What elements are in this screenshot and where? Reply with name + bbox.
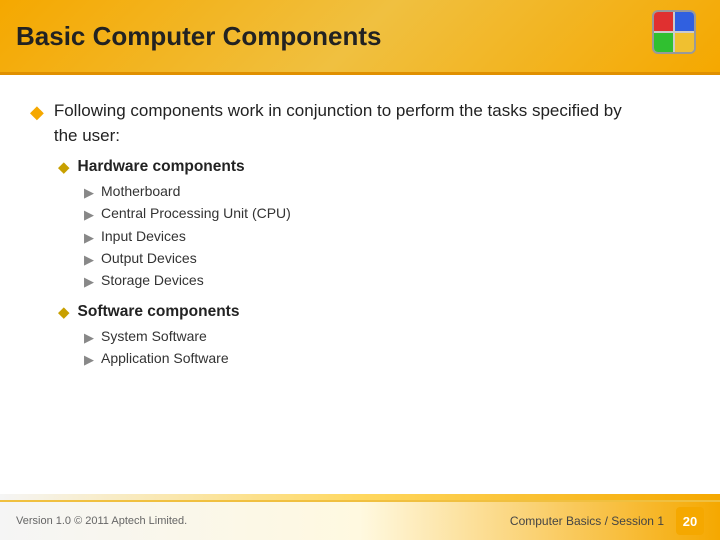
list-item: ▶ Output Devices	[84, 249, 690, 269]
bullet-arrow-3: ▶	[84, 229, 94, 247]
software-item-2: Application Software	[101, 349, 229, 369]
logo-block-yellow	[675, 33, 694, 52]
intro-text: Following components work in conjunction…	[54, 99, 622, 148]
software-label: Software components	[78, 301, 240, 323]
hardware-item-3: Input Devices	[101, 227, 186, 247]
bullet-arrow-5: ▶	[84, 273, 94, 291]
hardware-item-1: Motherboard	[101, 182, 180, 202]
hardware-label: Hardware components	[78, 156, 245, 178]
bullet-icon-hardware: ◆	[58, 157, 70, 178]
list-item: ▶ Central Processing Unit (CPU)	[84, 204, 690, 224]
slide-header: Basic Computer Components	[0, 0, 720, 75]
list-item: ▶ Input Devices	[84, 227, 690, 247]
bullet-arrow-1: ▶	[84, 184, 94, 202]
footer-course: Computer Basics / Session 1	[510, 514, 664, 528]
list-item: ▶ Motherboard	[84, 182, 690, 202]
logo	[652, 10, 704, 62]
hardware-item-2: Central Processing Unit (CPU)	[101, 204, 291, 224]
logo-block-blue	[675, 12, 694, 31]
bullet-icon-intro: ◆	[30, 101, 44, 124]
hardware-section: ◆ Hardware components ▶ Motherboard ▶ Ce…	[58, 156, 690, 291]
logo-icon	[652, 10, 696, 54]
logo-block-green	[654, 33, 673, 52]
hardware-item-4: Output Devices	[101, 249, 197, 269]
software-item-1: System Software	[101, 327, 207, 347]
list-item: ▶ System Software	[84, 327, 690, 347]
software-section: ◆ Software components ▶ System Software …	[58, 301, 690, 369]
bullet-icon-software: ◆	[58, 302, 70, 323]
software-heading-item: ◆ Software components	[58, 301, 690, 323]
slide-footer: Version 1.0 © 2011 Aptech Limited. Compu…	[0, 500, 720, 540]
intro-item: ◆ Following components work in conjuncti…	[30, 99, 690, 148]
bullet-arrow-sw-1: ▶	[84, 329, 94, 347]
list-item: ▶ Application Software	[84, 349, 690, 369]
footer-version: Version 1.0 © 2011 Aptech Limited.	[16, 515, 187, 527]
software-items: ▶ System Software ▶ Application Software	[84, 327, 690, 369]
slide-title: Basic Computer Components	[16, 21, 382, 52]
hardware-items: ▶ Motherboard ▶ Central Processing Unit …	[84, 182, 690, 291]
footer-page-number: 20	[676, 507, 704, 535]
logo-block-red	[654, 12, 673, 31]
hardware-heading-item: ◆ Hardware components	[58, 156, 690, 178]
bullet-arrow-sw-2: ▶	[84, 351, 94, 369]
slide-content: ◆ Following components work in conjuncti…	[0, 75, 720, 390]
footer-right: Computer Basics / Session 1 20	[510, 507, 704, 535]
bullet-arrow-2: ▶	[84, 206, 94, 224]
hardware-item-5: Storage Devices	[101, 271, 204, 291]
bullet-arrow-4: ▶	[84, 251, 94, 269]
list-item: ▶ Storage Devices	[84, 271, 690, 291]
